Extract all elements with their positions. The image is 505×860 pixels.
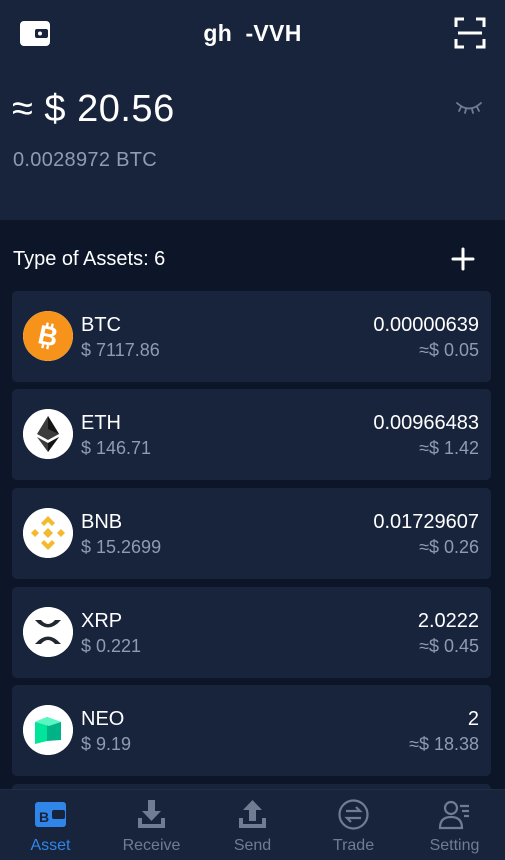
scan-icon[interactable] [454, 17, 486, 49]
upload-icon [236, 798, 269, 831]
tab-label: Setting [429, 837, 480, 854]
tab-send[interactable]: Send [202, 790, 303, 860]
asset-price: $ 9.19 [81, 734, 132, 754]
tab-setting[interactable]: Setting [404, 790, 505, 860]
wallet-header: gh -VVH ≈ $ 20.56 0.0028972 BTC [0, 0, 505, 220]
hide-balance-eye-icon[interactable] [454, 98, 484, 118]
asset-price: $ 15.2699 [81, 537, 162, 557]
exchange-icon [337, 798, 370, 831]
asset-row-neo[interactable]: NEO $ 9.19 2 ≈$ 18.38 [12, 685, 491, 776]
asset-types-count: Type of Assets: 6 [13, 248, 166, 270]
tab-label: Receive [122, 837, 181, 854]
wallet-name[interactable]: gh -VVH [0, 20, 505, 47]
asset-symbol: BNB [81, 511, 123, 533]
user-settings-icon [438, 798, 471, 831]
tab-asset[interactable]: B Asset [0, 790, 101, 860]
add-asset-icon[interactable] [449, 245, 477, 273]
asset-screen: gh -VVH ≈ $ 20.56 0.0028972 BTC Type of … [0, 0, 505, 860]
tab-label: Asset [30, 837, 71, 854]
asset-value: ≈$ 0.45 [419, 636, 479, 656]
tab-receive[interactable]: Receive [101, 790, 202, 860]
asset-amount: 0.01729607 [373, 511, 479, 533]
asset-row-bnb[interactable]: BNB $ 15.2699 0.01729607 ≈$ 0.26 [12, 488, 491, 579]
svg-text:B: B [39, 809, 49, 825]
asset-value: ≈$ 0.26 [419, 537, 479, 557]
asset-price: $ 0.221 [81, 636, 142, 656]
asset-row-btc[interactable]: B BTC $ 7117.86 0.00000639 ≈$ 0.05 [12, 291, 491, 382]
ethereum-icon [23, 409, 73, 459]
bottom-tab-bar: B Asset Receive Send Trade Setting [0, 789, 505, 860]
tab-label: Trade [332, 837, 375, 854]
asset-amount: 2.0222 [417, 610, 479, 632]
asset-row-eth[interactable]: ETH $ 146.71 0.00966483 ≈$ 1.42 [12, 389, 491, 480]
asset-symbol: NEO [81, 708, 125, 730]
asset-list: B BTC $ 7117.86 0.00000639 ≈$ 0.05 ETH $… [12, 291, 491, 789]
neo-icon [23, 705, 73, 755]
asset-value: ≈$ 0.05 [419, 340, 479, 360]
asset-price: $ 7117.86 [81, 340, 160, 360]
ripple-icon [23, 607, 73, 657]
asset-symbol: BTC [81, 314, 121, 336]
top-bar: gh -VVH [0, 0, 505, 70]
asset-value: ≈$ 18.38 [409, 734, 479, 754]
asset-row-xrp[interactable]: XRP $ 0.221 2.0222 ≈$ 0.45 [12, 587, 491, 678]
asset-amount: 0.00966483 [373, 412, 479, 434]
asset-symbol: ETH [81, 412, 121, 434]
total-balance-btc: 0.0028972 BTC [13, 149, 157, 171]
bitcoin-icon: B [23, 311, 73, 361]
asset-price: $ 146.71 [81, 438, 152, 458]
asset-amount: 0.00000639 [373, 314, 479, 336]
binance-icon [23, 508, 73, 558]
asset-value: ≈$ 1.42 [419, 438, 479, 458]
asset-symbol: XRP [81, 610, 123, 632]
asset-amount: 2 [467, 708, 479, 730]
tab-trade[interactable]: Trade [303, 790, 404, 860]
total-balance-usd: ≈ $ 20.56 [12, 88, 175, 130]
download-icon [135, 798, 168, 831]
wallet-icon: B [34, 798, 67, 831]
tab-label: Send [233, 837, 272, 854]
